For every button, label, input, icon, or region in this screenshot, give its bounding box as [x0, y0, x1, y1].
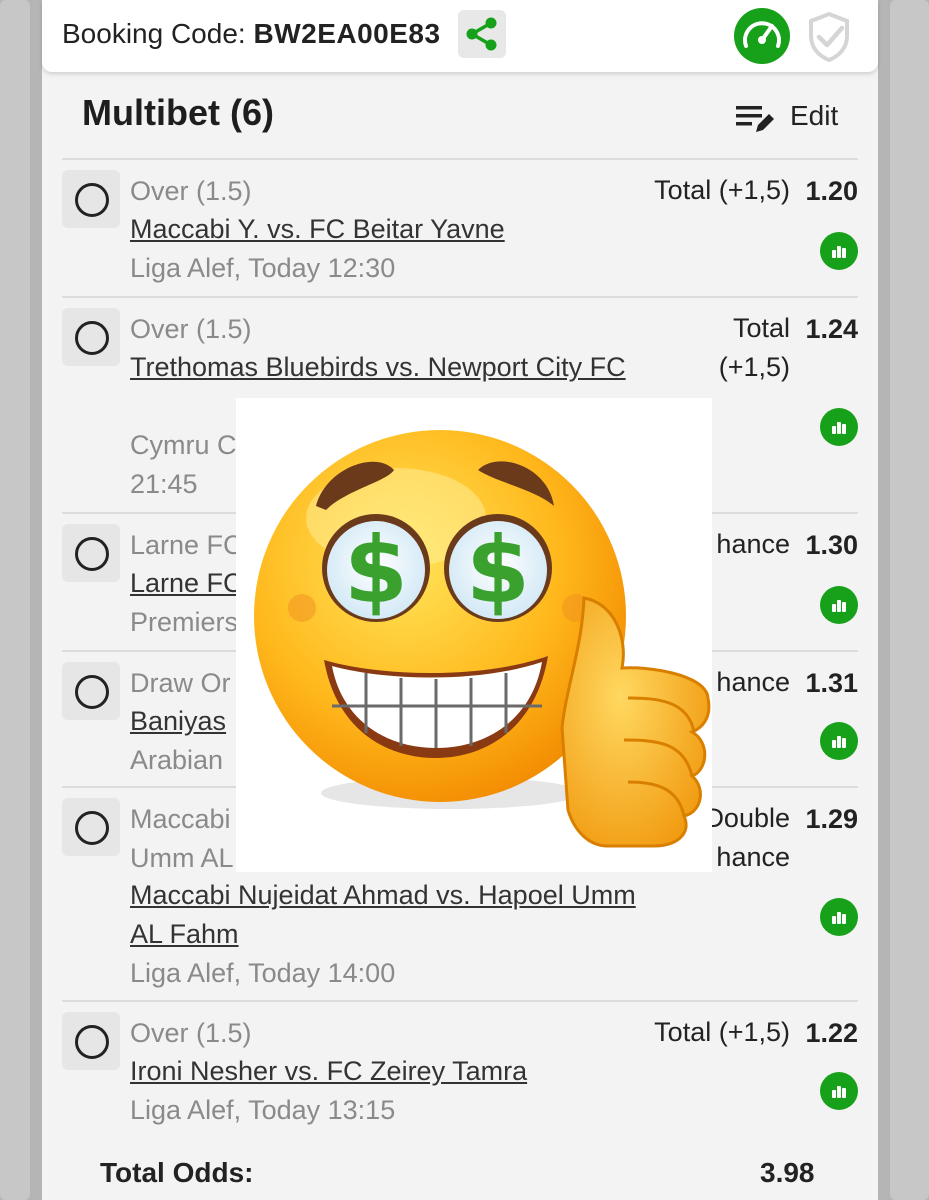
shield-check-icon: [809, 11, 849, 63]
bet-match-link[interactable]: Larne FC: [130, 564, 243, 603]
bet-odd: 1.20: [805, 176, 858, 206]
background-card-right: [890, 0, 929, 1200]
bet-selection: Draw Or: [130, 668, 231, 698]
stats-icon[interactable]: [820, 898, 858, 936]
bet-league: Cymru C: [130, 430, 237, 460]
bet-odd: 1.22: [805, 1018, 858, 1048]
bet-row: Over (1.5) Ironi Nesher vs. FC Zeirey Ta…: [62, 1000, 858, 1140]
bet-selection: Over (1.5): [130, 314, 252, 344]
stats-icon[interactable]: [820, 232, 858, 270]
booking-code: Booking Code: BW2EA00E83: [62, 18, 441, 50]
booking-code-value: BW2EA00E83: [253, 18, 441, 49]
bet-league: Liga Alef, Today 12:30: [130, 253, 396, 283]
emoji-icon: $ $: [254, 430, 711, 848]
share-icon: [466, 17, 497, 51]
money-eyes-thumbs-up-emoji: $ $: [236, 398, 712, 872]
bet-match-link[interactable]: Trethomas Bluebirds vs. Newport City FC: [130, 348, 640, 387]
bet-radio[interactable]: [62, 662, 120, 720]
bet-selection: Larne FC: [130, 530, 243, 560]
bet-radio[interactable]: [62, 798, 120, 856]
bet-market: hance: [716, 667, 790, 697]
bet-row: Over (1.5) Maccabi Y. vs. FC Beitar Yavn…: [62, 158, 858, 298]
bet-selection: Over (1.5): [130, 1018, 252, 1048]
edit-label: Edit: [790, 100, 839, 131]
edit-list-icon: [736, 106, 774, 132]
bet-market: Total (+1,5): [654, 175, 790, 205]
bet-radio[interactable]: [62, 308, 120, 366]
share-button[interactable]: [458, 10, 506, 58]
multibet-title: Multibet (6): [82, 92, 274, 133]
bet-league: Liga Alef, Today 13:15: [130, 1095, 396, 1125]
background-card-left: [0, 0, 30, 1200]
stats-icon[interactable]: [820, 722, 858, 760]
bet-match-link[interactable]: Maccabi Nujeidat Ahmad vs. Hapoel Umm AL…: [130, 876, 640, 954]
bet-market: Total (+1,5): [718, 313, 790, 382]
svg-text:$: $: [466, 517, 530, 624]
bet-radio[interactable]: [62, 524, 120, 582]
bet-match-link[interactable]: Ironi Nesher vs. FC Zeirey Tamra: [130, 1052, 527, 1091]
bet-league: Arabian: [130, 745, 224, 775]
bet-time: 21:45: [130, 469, 198, 499]
booking-code-label: Booking Code:: [62, 18, 254, 49]
shield-check-button[interactable]: [802, 8, 856, 64]
stats-icon[interactable]: [820, 1072, 858, 1110]
bet-match-link[interactable]: Maccabi Y. vs. FC Beitar Yavne: [130, 210, 505, 249]
stats-icon[interactable]: [820, 586, 858, 624]
total-odds-value: 3.98: [760, 1157, 815, 1188]
bet-radio[interactable]: [62, 170, 120, 228]
edit-button[interactable]: Edit: [734, 98, 844, 138]
bet-odd: 1.31: [805, 668, 858, 698]
speedometer-icon: [743, 21, 781, 48]
bet-selection-line2: Umm AL: [130, 843, 234, 873]
bet-selection: Over (1.5): [130, 176, 252, 206]
bet-league: Liga Alef, Today 14:00: [130, 958, 396, 988]
bet-odd: 1.30: [805, 530, 858, 560]
svg-text:$: $: [344, 517, 408, 624]
booking-code-bar: Booking Code: BW2EA00E83: [42, 0, 878, 72]
bet-selection: Maccabi: [130, 804, 231, 834]
bet-radio[interactable]: [62, 1012, 120, 1070]
bet-market: hance: [716, 529, 790, 559]
bet-odd: 1.29: [805, 804, 858, 834]
bet-match-link[interactable]: Baniyas: [130, 702, 226, 741]
stats-icon[interactable]: [820, 408, 858, 446]
bet-league: Premiers: [130, 607, 239, 637]
bet-market: Total (+1,5): [654, 1017, 790, 1047]
bet-odd: 1.24: [805, 314, 858, 344]
speedometer-button[interactable]: [734, 8, 790, 64]
total-odds-label: Total Odds:: [100, 1157, 254, 1188]
